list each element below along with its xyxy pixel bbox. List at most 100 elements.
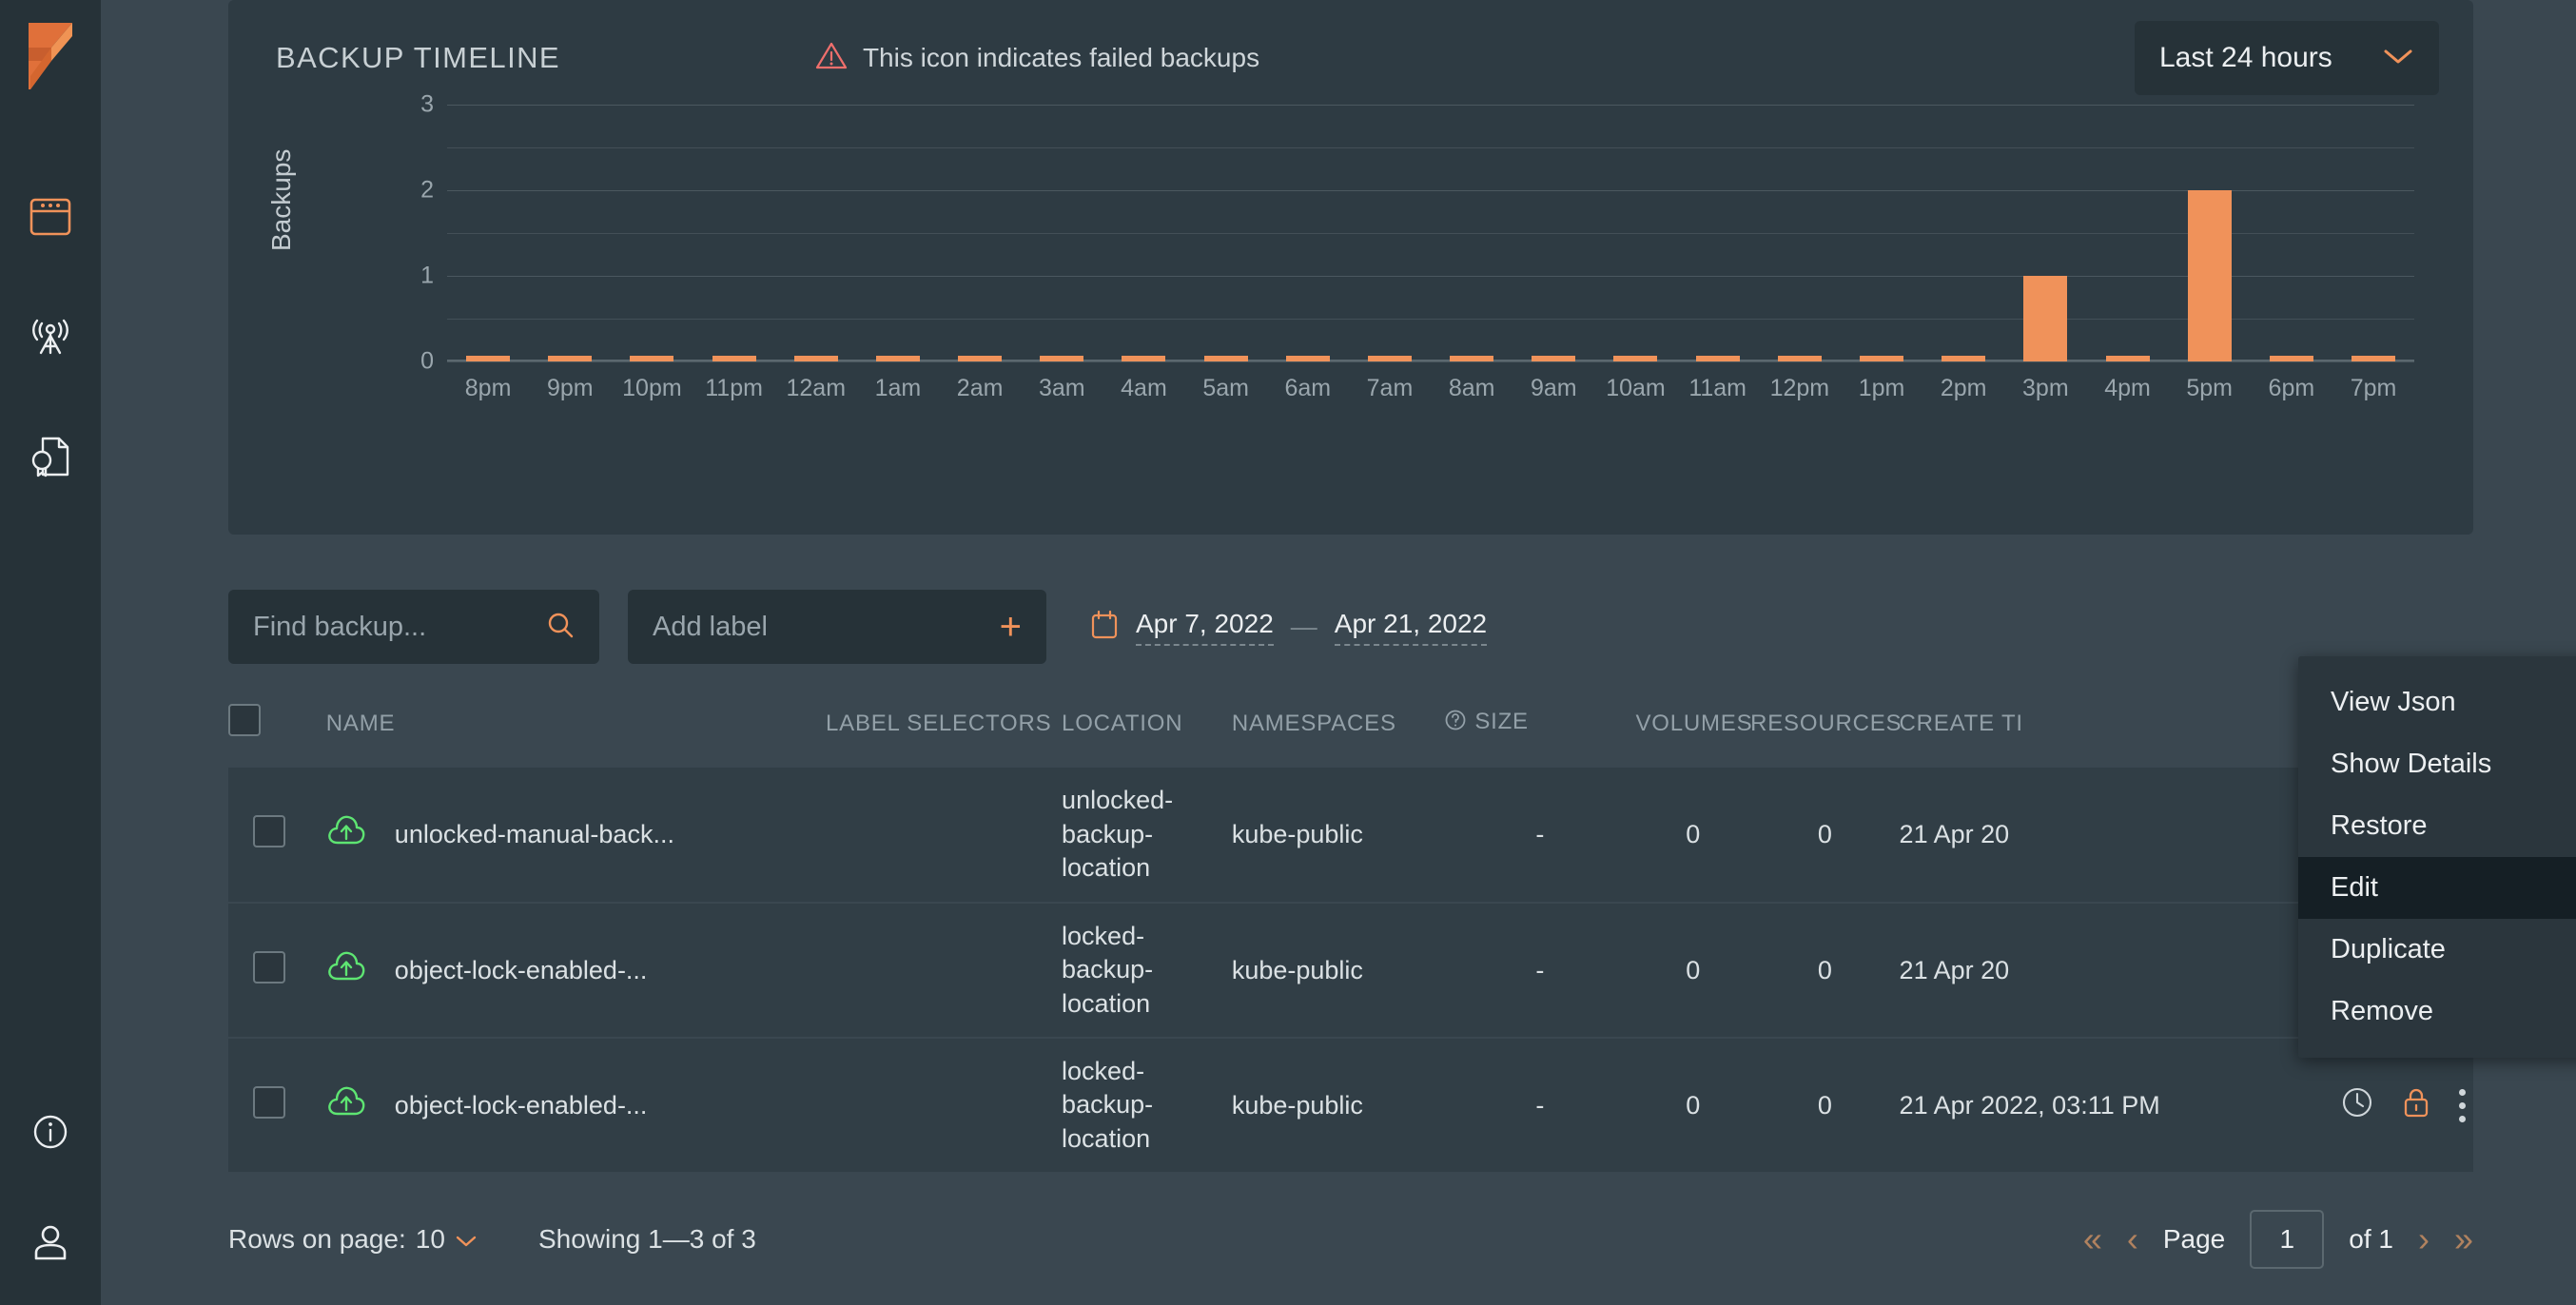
bar-7am[interactable] <box>1368 356 1412 361</box>
page-number-input[interactable] <box>2250 1210 2324 1269</box>
select-all-checkbox[interactable] <box>228 704 261 736</box>
bar-cell[interactable] <box>1021 105 1103 361</box>
bar-3am[interactable] <box>1040 356 1083 361</box>
bar-4am[interactable] <box>1122 356 1165 361</box>
row-checkbox[interactable] <box>253 815 285 847</box>
bar-cell[interactable] <box>693 105 775 361</box>
search-input[interactable]: Find backup... <box>253 612 426 643</box>
bar-cell[interactable] <box>2004 105 2086 361</box>
date-range-end[interactable]: Apr 21, 2022 <box>1335 609 1487 646</box>
bar-10pm[interactable] <box>630 356 673 361</box>
bar-12am[interactable] <box>794 356 838 361</box>
bar-cell[interactable] <box>611 105 693 361</box>
rows-per-page-selector[interactable]: Rows on page: 10 <box>228 1224 478 1255</box>
bar-cell[interactable] <box>529 105 611 361</box>
date-range-filter[interactable]: Apr 7, 2022 — Apr 21, 2022 <box>1090 609 1487 646</box>
context-menu-item-restore[interactable]: Restore <box>2298 795 2576 857</box>
sidebar-item-broadcast[interactable] <box>26 312 75 361</box>
column-header-name[interactable]: NAME <box>326 694 826 768</box>
add-label-input[interactable]: Add label <box>653 612 768 643</box>
bar-11am[interactable] <box>1696 356 1740 361</box>
brand-logo[interactable] <box>19 15 82 97</box>
bar-5am[interactable] <box>1204 356 1248 361</box>
bar-8am[interactable] <box>1450 356 1493 361</box>
bar-cell[interactable] <box>2332 105 2414 361</box>
bar-7pm[interactable] <box>2352 356 2395 361</box>
bar-cell[interactable] <box>939 105 1021 361</box>
sidebar-item-account[interactable] <box>26 1217 75 1267</box>
bar-9pm[interactable] <box>548 356 592 361</box>
bar-cell[interactable] <box>1677 105 1759 361</box>
sidebar-item-applications[interactable] <box>26 192 75 242</box>
time-range-selector[interactable]: Last 24 hours <box>2135 21 2439 95</box>
bar-6pm[interactable] <box>2270 356 2313 361</box>
column-header-resources[interactable]: RESOURCES <box>1750 694 1899 768</box>
x-axis-tick: 4am <box>1103 375 1184 402</box>
first-page-button[interactable]: « <box>2083 1222 2102 1256</box>
bar-5pm[interactable] <box>2188 190 2232 361</box>
bar-10am[interactable] <box>1613 356 1657 361</box>
next-page-button[interactable]: › <box>2418 1222 2430 1256</box>
lock-icon[interactable] <box>2402 1086 2430 1125</box>
add-label-box[interactable]: Add label + <box>628 590 1046 664</box>
bar-cell[interactable] <box>1594 105 1676 361</box>
search-backup-box[interactable]: Find backup... <box>228 590 599 664</box>
context-menu-item-edit[interactable]: Edit <box>2298 857 2576 919</box>
bar-cell[interactable] <box>1349 105 1431 361</box>
row-location: locked-backup-location <box>1062 1038 1232 1173</box>
bar-cell[interactable] <box>1267 105 1349 361</box>
bar-cell[interactable] <box>2086 105 2168 361</box>
table-row[interactable]: unlocked-manual-back...unlocked-backup-l… <box>228 768 2473 903</box>
bar-12pm[interactable] <box>1778 356 1822 361</box>
bar-6am[interactable] <box>1286 356 1330 361</box>
bar-2am[interactable] <box>958 356 1002 361</box>
date-range-start[interactable]: Apr 7, 2022 <box>1136 609 1274 646</box>
column-header-location[interactable]: LOCATION <box>1062 694 1232 768</box>
bar-cell[interactable] <box>2169 105 2251 361</box>
help-circle-icon[interactable] <box>1444 709 1467 738</box>
plus-icon[interactable]: + <box>1000 608 1022 646</box>
kebab-menu-icon[interactable] <box>2459 1089 2466 1122</box>
table-row[interactable]: object-lock-enabled-...locked-backup-loc… <box>228 1038 2473 1173</box>
context-menu-item-remove[interactable]: Remove <box>2298 981 2576 1042</box>
row-checkbox[interactable] <box>253 1086 285 1119</box>
clock-icon[interactable] <box>2341 1086 2373 1125</box>
bar-cell[interactable] <box>1185 105 1267 361</box>
bar-cell[interactable] <box>1512 105 1594 361</box>
bar-8pm[interactable] <box>466 356 510 361</box>
bar-cell[interactable] <box>1103 105 1184 361</box>
column-header-size[interactable]: SIZE <box>1444 694 1635 768</box>
sidebar-item-info[interactable] <box>26 1107 75 1157</box>
bar-1pm[interactable] <box>1860 356 1903 361</box>
x-axis-tick: 1am <box>857 375 939 402</box>
bar-cell[interactable] <box>447 105 529 361</box>
bar-cell[interactable] <box>1431 105 1512 361</box>
bar-1am[interactable] <box>876 356 920 361</box>
page-title: BACKUP TIMELINE <box>276 41 560 75</box>
bar-2pm[interactable] <box>1942 356 1985 361</box>
row-checkbox[interactable] <box>253 951 285 984</box>
prev-page-button[interactable]: ‹ <box>2127 1222 2138 1256</box>
last-page-button[interactable]: » <box>2454 1222 2473 1256</box>
table-row[interactable]: object-lock-enabled-...locked-backup-loc… <box>228 903 2473 1038</box>
sidebar-item-certificate[interactable] <box>26 432 75 481</box>
bar-cell[interactable] <box>1841 105 1922 361</box>
bar-11pm[interactable] <box>712 356 756 361</box>
column-header-namespaces[interactable]: NAMESPACES <box>1232 694 1444 768</box>
context-menu-item-view-json[interactable]: View Json <box>2298 672 2576 733</box>
bar-cell[interactable] <box>775 105 857 361</box>
column-header-volumes[interactable]: VOLUMES <box>1635 694 1750 768</box>
bar-9am[interactable] <box>1532 356 1575 361</box>
bar-cell[interactable] <box>1759 105 1841 361</box>
time-range-value: Last 24 hours <box>2159 42 2332 74</box>
context-menu-item-duplicate[interactable]: Duplicate <box>2298 919 2576 981</box>
bar-cell[interactable] <box>2251 105 2332 361</box>
bar-3pm[interactable] <box>2023 276 2067 361</box>
bar-4pm[interactable] <box>2106 356 2150 361</box>
column-header-create-time[interactable]: CREATE TI <box>1900 694 2218 768</box>
search-icon[interactable] <box>546 611 575 644</box>
context-menu-item-show-details[interactable]: Show Details <box>2298 733 2576 795</box>
column-header-label-selectors[interactable]: LABEL SELECTORS <box>826 694 1062 768</box>
bar-cell[interactable] <box>1922 105 2004 361</box>
bar-cell[interactable] <box>857 105 939 361</box>
